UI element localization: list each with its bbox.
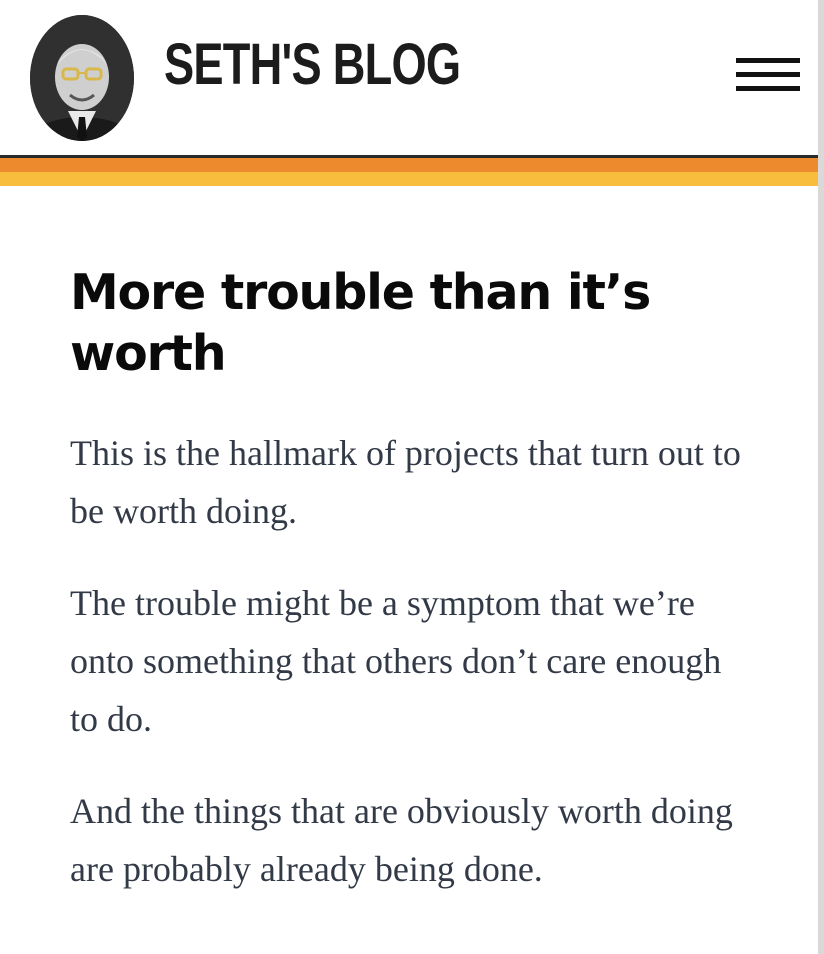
hamburger-menu-icon[interactable] [736,56,800,96]
stripe-orange [0,158,818,172]
header-stripes [0,155,818,186]
blog-post: More trouble than it’s worth This is the… [70,262,750,932]
author-avatar[interactable] [30,15,134,141]
post-paragraph: And the things that are obviously worth … [70,791,733,889]
scrollbar[interactable] [818,0,824,954]
menu-bar-bottom [736,86,800,91]
site-title[interactable]: SETH'S BLOG [164,36,461,94]
stripe-yellow [0,172,818,186]
post-title[interactable]: More trouble than it’s worth [70,262,750,384]
post-paragraph: The trouble might be a symptom that we’r… [70,583,722,739]
author-photo-icon [30,15,134,141]
post-paragraph: This is the hallmark of projects that tu… [70,433,741,531]
menu-bar-top [736,58,800,63]
page: SETH'S BLOG More trouble than it’s worth… [0,0,824,954]
site-header: SETH'S BLOG [0,0,818,155]
post-body: This is the hallmark of projects that tu… [70,424,750,898]
menu-bar-middle [736,72,800,77]
